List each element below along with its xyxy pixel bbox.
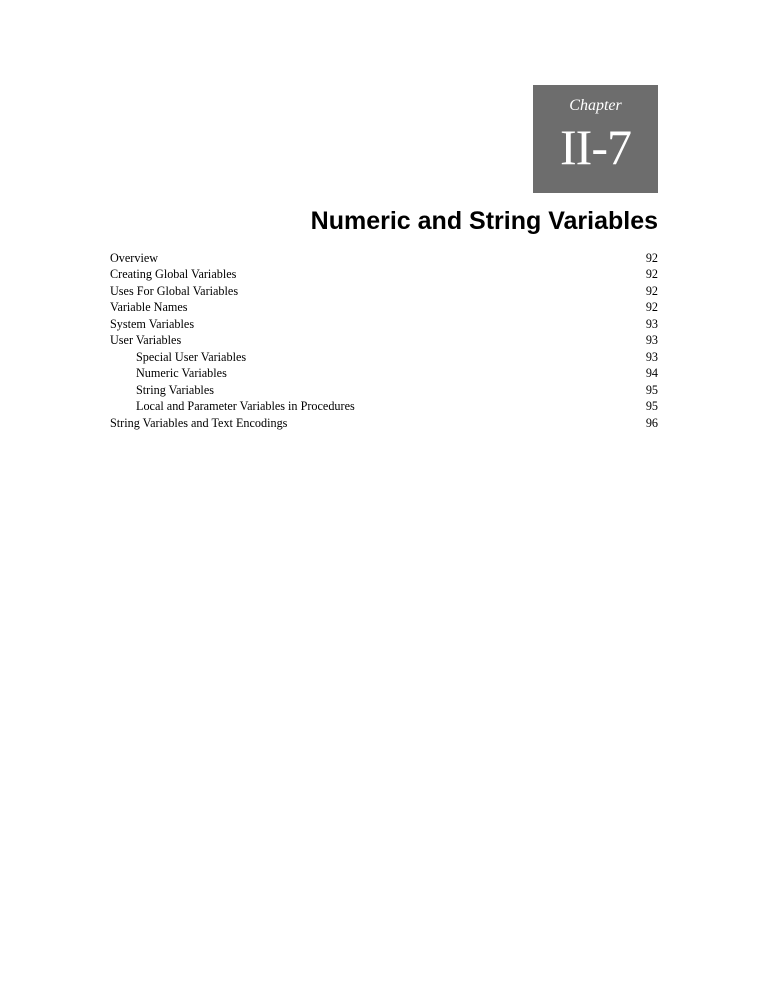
- toc-entry[interactable]: String Variables 95: [110, 382, 658, 398]
- toc-entry-page: 96: [638, 415, 658, 431]
- chapter-label: Chapter: [533, 97, 658, 115]
- toc-entry-page: 93: [638, 332, 658, 348]
- toc-entry-page: 93: [638, 349, 658, 365]
- page: Chapter II-7 Numeric and String Variable…: [0, 0, 768, 994]
- toc-entry-label: Variable Names: [110, 299, 188, 315]
- toc-entry-label: String Variables: [110, 382, 214, 398]
- page-title: Numeric and String Variables: [311, 207, 658, 236]
- toc-entry[interactable]: Special User Variables 93: [110, 349, 658, 365]
- toc-entry[interactable]: Creating Global Variables 92: [110, 266, 658, 282]
- toc-entry-label: System Variables: [110, 316, 194, 332]
- toc-entry-label: Numeric Variables: [110, 365, 227, 381]
- toc-entry[interactable]: Local and Parameter Variables in Procedu…: [110, 398, 658, 414]
- chapter-number: II-7: [533, 117, 658, 177]
- toc-entry[interactable]: User Variables 93: [110, 332, 658, 348]
- toc-entry[interactable]: Overview 92: [110, 250, 658, 266]
- toc-entry[interactable]: Uses For Global Variables 92: [110, 283, 658, 299]
- toc-entry-page: 95: [638, 398, 658, 414]
- toc-entry[interactable]: Variable Names 92: [110, 299, 658, 315]
- toc-entry-label: String Variables and Text Encodings: [110, 415, 287, 431]
- toc-entry[interactable]: System Variables 93: [110, 316, 658, 332]
- toc-entry[interactable]: Numeric Variables 94: [110, 365, 658, 381]
- toc-entry-page: 92: [638, 250, 658, 266]
- toc-entry-page: 94: [638, 365, 658, 381]
- toc-entry-page: 93: [638, 316, 658, 332]
- table-of-contents: Overview92Creating Global Variables92Use…: [110, 250, 658, 431]
- toc-entry-label: Uses For Global Variables: [110, 283, 238, 299]
- toc-entry-label: Creating Global Variables: [110, 266, 236, 282]
- toc-entry-page: 92: [638, 299, 658, 315]
- toc-entry-label: User Variables: [110, 332, 181, 348]
- chapter-box: Chapter II-7: [533, 85, 658, 193]
- toc-entry-label: Local and Parameter Variables in Procedu…: [110, 398, 355, 414]
- toc-entry-label: Overview: [110, 250, 158, 266]
- toc-entry-page: 92: [638, 266, 658, 282]
- toc-entry-page: 95: [638, 382, 658, 398]
- toc-entry-label: Special User Variables: [110, 349, 246, 365]
- toc-entry-page: 92: [638, 283, 658, 299]
- toc-entry[interactable]: String Variables and Text Encodings 96: [110, 415, 658, 431]
